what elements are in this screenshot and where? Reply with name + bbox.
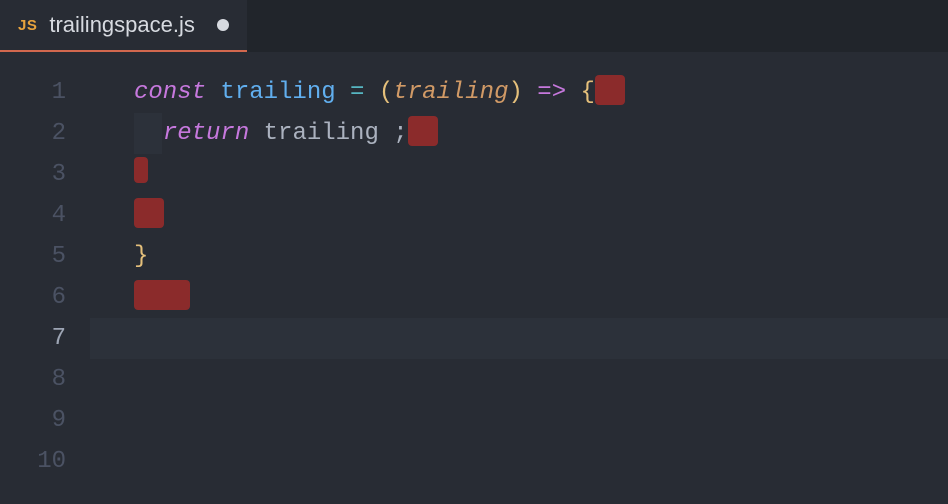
line-number-gutter: 1 2 3 4 5 6 7 8 9 10 — [0, 52, 90, 504]
keyword-const: const — [134, 79, 206, 106]
tab-active[interactable]: JS trailingspace.js — [0, 0, 247, 52]
paren-open: ( — [379, 79, 393, 106]
code-line[interactable] — [90, 400, 948, 441]
line-number: 7 — [0, 318, 66, 359]
line-number: 3 — [0, 154, 66, 195]
code-line[interactable] — [90, 154, 948, 195]
tab-bar: JS trailingspace.js — [0, 0, 948, 52]
trailing-space-marker — [595, 75, 625, 105]
param-name: trailing — [393, 79, 508, 106]
trailing-space-marker — [408, 116, 438, 146]
brace-open: { — [581, 79, 595, 106]
tab-filename: trailingspace.js — [49, 12, 195, 38]
trailing-space-marker — [134, 157, 148, 183]
line-number: 2 — [0, 113, 66, 154]
indent-guide — [134, 113, 162, 154]
line-number: 8 — [0, 359, 66, 400]
operator-equals: = — [350, 79, 364, 106]
code-line[interactable] — [90, 277, 948, 318]
code-line[interactable]: return trailing ; — [90, 113, 948, 154]
paren-close: ) — [508, 79, 522, 106]
trailing-space-marker — [134, 280, 190, 310]
trailing-space-marker — [134, 198, 164, 228]
line-number: 6 — [0, 277, 66, 318]
code-line[interactable] — [90, 359, 948, 400]
decl-name: trailing — [220, 79, 335, 106]
code-line[interactable] — [90, 195, 948, 236]
line-number: 10 — [0, 441, 66, 482]
code-line[interactable] — [90, 318, 948, 359]
js-lang-icon: JS — [18, 17, 37, 34]
brace-close: } — [134, 243, 148, 270]
variable-ref: trailing — [264, 120, 379, 147]
keyword-return: return — [163, 120, 249, 147]
semicolon: ; — [393, 120, 407, 147]
arrow-token: => — [537, 79, 566, 106]
line-number: 1 — [0, 72, 66, 113]
line-number: 5 — [0, 236, 66, 277]
unsaved-dot-icon — [217, 19, 229, 31]
line-number: 4 — [0, 195, 66, 236]
code-area[interactable]: const trailing = (trailing) => { return … — [90, 52, 948, 504]
code-line[interactable] — [90, 441, 948, 482]
line-number: 9 — [0, 400, 66, 441]
code-line[interactable]: const trailing = (trailing) => { — [90, 72, 948, 113]
code-line[interactable]: } — [90, 236, 948, 277]
code-editor[interactable]: 1 2 3 4 5 6 7 8 9 10 const trailing = (t… — [0, 52, 948, 504]
